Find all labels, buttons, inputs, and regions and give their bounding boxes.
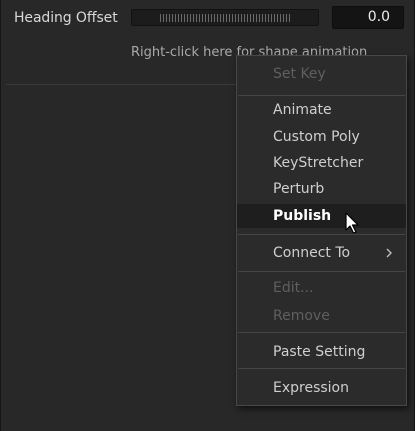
chevron-right-icon — [386, 248, 392, 258]
menu-item-connect-to[interactable]: Connect To — [237, 241, 406, 265]
menu-item-set-key: Set Key — [273, 66, 326, 82]
menu-item-publish[interactable]: Publish — [237, 204, 406, 228]
menu-item-perturb[interactable]: Perturb — [237, 177, 406, 201]
heading-offset-value-field[interactable]: 0.0 — [332, 6, 404, 29]
menu-separator — [238, 332, 405, 333]
menu-item-edit: Edit... — [273, 280, 314, 296]
heading-offset-row: Heading Offset 0.0 — [1, 0, 414, 36]
heading-offset-slider[interactable] — [131, 9, 319, 26]
mouse-pointer-icon — [345, 212, 359, 234]
menu-separator — [238, 368, 405, 369]
menu-item-custom-poly[interactable]: Custom Poly — [237, 125, 406, 149]
menu-separator — [238, 95, 405, 96]
context-menu: Set Key Animate Custom Poly KeyStretcher… — [236, 55, 407, 406]
menu-item-keystretcher[interactable]: KeyStretcher — [237, 151, 406, 175]
param-label: Heading Offset — [14, 10, 118, 26]
menu-separator — [238, 271, 405, 272]
slider-ticks — [160, 14, 290, 22]
menu-item-remove: Remove — [273, 308, 330, 324]
menu-separator — [238, 234, 405, 235]
menu-item-label: Connect To — [273, 245, 351, 261]
menu-item-paste-setting[interactable]: Paste Setting — [237, 340, 406, 364]
menu-item-animate[interactable]: Animate — [237, 98, 406, 122]
menu-item-expression[interactable]: Expression — [237, 376, 406, 400]
